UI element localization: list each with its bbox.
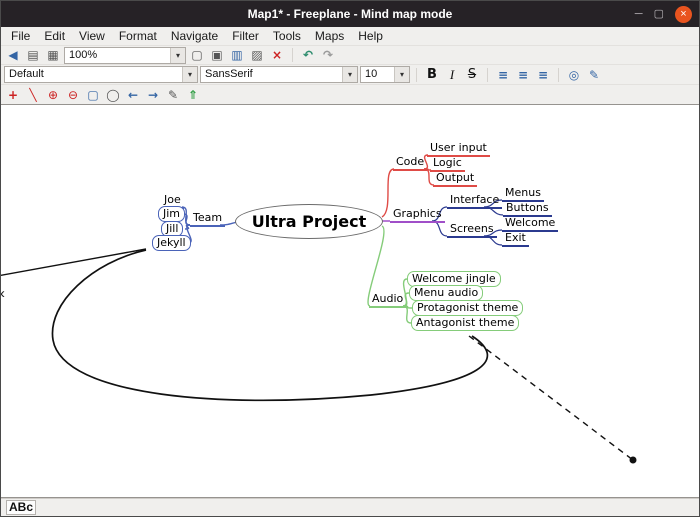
node-graphics[interactable]: Graphics [390,207,445,223]
window-controls: ─ ▢ × [635,1,692,27]
note-panel-icon[interactable]: ▤ [24,47,42,63]
maximize-icon[interactable]: ▢ [654,8,664,20]
menu-navigate[interactable]: Navigate [164,29,225,43]
menu-edit[interactable]: Edit [37,29,72,43]
print-icon[interactable]: ▨ [248,47,266,63]
zoom-in-icon[interactable]: ⊕ [44,87,62,103]
title-bar: Map1* - Freeplane - Mind map mode ─ ▢ × [1,1,699,27]
node-output[interactable]: Output [433,171,478,187]
zoom-select[interactable]: 100% ▾ [64,46,186,64]
navigate-back-icon[interactable]: ← [124,87,142,103]
fold-left-panel-icon[interactable]: ‹ [1,286,5,301]
view-settings-icon[interactable]: ◎ [565,67,583,83]
main-toolbar: ◀ ▤ ▦ 100% ▾ ▢ ▣ ▥ ▨ × ↶ ↷ [1,45,699,64]
tools-toolbar: + ╲ ⊕ ⊖ ▢ ◯ ← → ✎ ⇑ [1,84,699,104]
root-node[interactable]: Ultra Project [235,204,383,239]
node-menus[interactable]: Menus [502,186,544,202]
menu-view[interactable]: View [72,29,112,43]
zoom-value: 100% [69,48,98,61]
close-icon[interactable]: × [675,5,692,23]
bold-button[interactable]: B [423,67,441,83]
open-map-icon[interactable]: ▣ [208,47,226,63]
font-size-value: 10 [365,68,378,80]
toolbar-separator [292,48,293,62]
edit-pencil-icon[interactable]: ✎ [164,87,182,103]
save-map-icon[interactable]: ▥ [228,47,246,63]
style-select[interactable]: Default ▾ [4,66,198,83]
chevron-down-icon[interactable]: ▾ [170,47,185,63]
toolbar-separator [558,67,559,82]
toolbar-separator [487,67,488,82]
node-jim[interactable]: Jim [158,206,186,222]
node-menu-audio[interactable]: Menu audio [409,285,484,301]
font-family-value: SansSerif [205,68,253,80]
align-right-icon[interactable]: ≡ [534,67,552,83]
menu-format[interactable]: Format [112,29,164,43]
font-size-select[interactable]: 10 ▾ [360,66,410,83]
minimize-icon[interactable]: ─ [635,8,643,20]
menu-tools[interactable]: Tools [266,29,308,43]
paste-node-icon[interactable]: ⇑ [184,87,202,103]
chevron-down-icon[interactable]: ▾ [394,67,409,82]
chevron-down-icon[interactable]: ▾ [182,67,197,82]
map-edges [1,154,637,464]
attachments-icon[interactable]: ▦ [44,47,62,63]
new-map-icon[interactable]: ▢ [188,47,206,63]
menu-bar: File Edit View Format Navigate Filter To… [1,27,699,45]
node-audio[interactable]: Audio [369,292,407,308]
node-screens[interactable]: Screens [447,222,497,238]
menu-help[interactable]: Help [351,29,390,43]
new-child-node-icon[interactable]: + [4,87,22,103]
italic-button[interactable]: I [443,67,461,83]
node-buttons[interactable]: Buttons [503,201,552,217]
navigate-forward-icon[interactable]: → [144,87,162,103]
align-left-icon[interactable]: ≡ [494,67,512,83]
style-value: Default [9,68,44,80]
node-protagonist-theme[interactable]: Protagonist theme [412,300,524,316]
node-team[interactable]: Team [190,211,226,227]
node-logic[interactable]: Logic [430,156,465,172]
align-center-icon[interactable]: ≡ [514,67,532,83]
close-map-icon[interactable]: × [268,47,286,63]
connector-icon[interactable]: ╲ [24,87,42,103]
toolbar-separator [416,67,417,82]
node-welcome[interactable]: Welcome [502,216,559,232]
node-antagonist-theme[interactable]: Antagonist theme [411,315,520,331]
hide-toolbar-icon[interactable]: ◀ [4,47,22,63]
node-exit[interactable]: Exit [502,231,529,247]
magnifier-icon[interactable]: ◯ [104,87,122,103]
strikethrough-button[interactable]: S [463,67,481,83]
map-canvas[interactable]: Ultra Project Team Joe Jim Jill Jekyll C… [1,104,699,498]
font-family-select[interactable]: SansSerif ▾ [200,66,358,83]
menu-maps[interactable]: Maps [308,29,351,43]
chevron-down-icon[interactable]: ▾ [342,67,357,82]
node-code[interactable]: Code [393,155,428,171]
highlight-icon[interactable]: ✎ [585,67,603,83]
window-title: Map1* - Freeplane - Mind map mode [247,7,453,21]
redo-icon[interactable]: ↷ [319,47,337,63]
app-window: Map1* - Freeplane - Mind map mode ─ ▢ × … [0,0,700,517]
node-interface[interactable]: Interface [447,193,503,209]
zoom-out-icon[interactable]: ⊖ [64,87,82,103]
select-tool-icon[interactable]: ▢ [84,87,102,103]
menu-filter[interactable]: Filter [225,29,266,43]
undo-icon[interactable]: ↶ [299,47,317,63]
node-user-input[interactable]: User input [427,141,490,157]
spellcheck-indicator: ABc [6,500,37,515]
menu-file[interactable]: File [4,29,37,43]
format-toolbar: Default ▾ SansSerif ▾ 10 ▾ B I S ≡ ≡ ≡ ◎… [1,64,699,84]
node-jekyll[interactable]: Jekyll [152,235,191,251]
status-bar: ABc [1,498,699,516]
